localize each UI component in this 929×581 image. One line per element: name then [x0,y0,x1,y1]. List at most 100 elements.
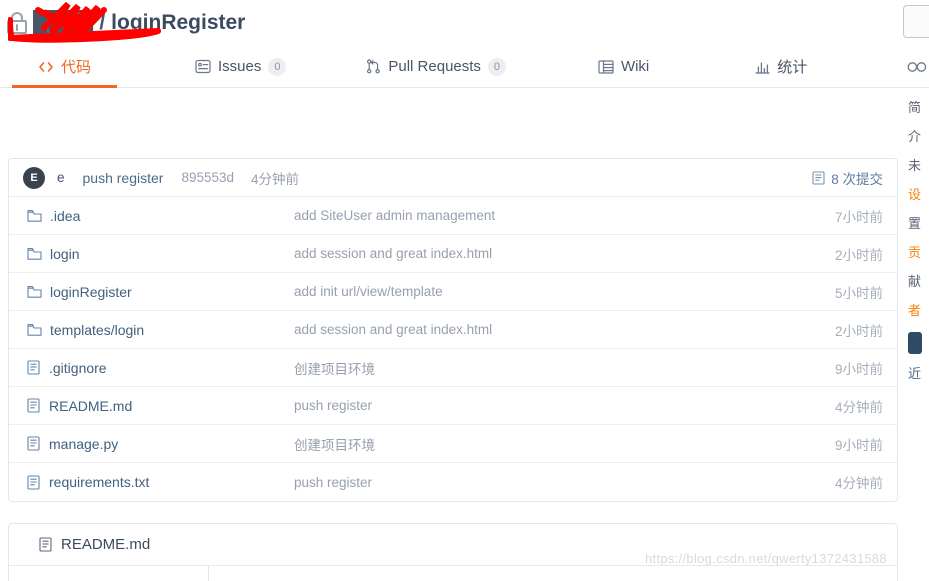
repo-header: ████ / loginRegister [0,0,929,46]
repo-nav-tabs: 代码 Issues 0 Pull Requests 0 Wiki 统计 [0,46,929,88]
repo-toolbar: master 分支 1 标 [0,88,929,237]
file-icon [27,398,41,413]
file-icon [27,360,41,375]
tab-wiki-label: Wiki [620,58,650,75]
file-commit-time: 4分钟前 [834,476,883,491]
readme-table-cell [9,566,209,581]
file-entry-name: README.md [49,397,133,414]
file-commit-message[interactable]: add session and great index.html [294,246,492,261]
file-commit-time: 2小时前 [834,247,883,263]
file-entry-link[interactable]: templates/login [27,322,144,338]
tab-issues[interactable]: Issues 0 [191,46,290,87]
wiki-icon [598,59,614,74]
file-entry-link[interactable]: login [27,246,80,262]
sidebar-cut-line: 献 [908,274,922,289]
readme-title: README.md [61,536,151,553]
folder-icon [27,209,42,223]
table-row[interactable]: .gitignore 创建项目环境 9小时前 [9,349,897,387]
watermark: https://blog.csdn.net/qwerty1372431588 [645,551,887,566]
file-commit-time: 7小时前 [834,209,883,225]
tab-pull-requests-label: Pull Requests [388,58,481,75]
file-commit-message[interactable]: push register [294,398,372,413]
commits-count-label: 8 次提交 [831,172,883,187]
code-icon [38,59,54,75]
tab-code-label: 代码 [61,59,92,76]
file-entry-name: login [50,245,80,262]
file-entry-name: templates/login [50,321,145,338]
tab-statistics[interactable]: 统计 [751,46,811,87]
file-commit-time: 9小时前 [834,361,883,377]
file-entry-link[interactable]: loginRegister [27,284,132,300]
file-entry-name: .idea [50,207,81,224]
file-entry-link[interactable]: requirements.txt [27,474,149,490]
file-commit-message[interactable]: add SiteUser admin management [294,208,495,223]
tab-issues-label: Issues [218,58,262,75]
file-rows: .idea add SiteUser admin management 7小时前 lo… [9,197,897,501]
file-commit-message[interactable]: add init url/view/template [294,284,443,299]
repo-path-separator: / [99,11,106,34]
tab-wiki[interactable]: Wiki [594,46,653,87]
table-row[interactable]: manage.py 创建项目环境 9小时前 [9,425,897,463]
file-list-card: E e push register 895553d 4分钟前 8 次提交 .id… [8,158,898,502]
file-commit-message[interactable]: 创建项目环境 [294,358,375,378]
sidebar-cut-line: 置 [908,216,922,231]
lock-icon [6,10,28,36]
commit-author[interactable]: e [57,170,65,185]
repo-sidebar-sliver: 简 介 未 设 置 贡 献 者 近 [908,100,929,530]
table-row[interactable]: loginRegister add init url/view/template 5… [9,273,897,311]
table-row[interactable]: templates/login add session and great ind… [9,311,897,349]
file-entry-link[interactable]: README.md [27,398,132,414]
sidebar-cut-line: 介 [908,129,922,144]
file-entry-link[interactable]: manage.py [27,436,118,452]
repo-owner-redacted: ████ [33,11,94,34]
readme-table-cell [209,566,897,581]
file-commit-time: 4分钟前 [834,399,883,415]
file-icon [27,474,41,490]
file-commit-message[interactable]: 创建项目环境 [294,434,375,454]
tab-code[interactable]: 代码 [12,46,118,88]
commit-message[interactable]: push register [83,170,164,186]
file-entry-link[interactable]: .idea [27,208,80,224]
chart-icon [755,60,770,74]
file-entry-name: manage.py [49,435,119,452]
repo-name[interactable]: loginRegister [111,11,245,35]
file-commit-message[interactable]: push register [294,475,372,490]
file-commit-time: 2小时前 [834,323,883,339]
sidebar-avatar-sliver[interactable] [908,332,922,354]
infinity-icon [907,61,927,73]
commits-count-link[interactable]: 8 次提交 [812,159,883,197]
commit-sha[interactable]: 895553d [181,170,234,185]
table-row[interactable]: requirements.txt push register 4分钟前 [9,463,897,501]
avatar[interactable]: E [23,166,45,189]
pull-request-icon [366,59,381,74]
sidebar-cut-line: 者 [908,303,922,318]
table-row[interactable]: README.md push register 4分钟前 [9,387,897,425]
header-corner-box[interactable] [903,5,929,38]
sidebar-cut-line: 贡 [908,245,922,260]
file-entry-name: requirements.txt [49,474,150,490]
file-commit-time: 9小时前 [834,437,883,453]
tab-issues-count: 0 [268,57,287,76]
tab-devops[interactable]: DevOps [903,46,929,87]
sidebar-cut-line: 近 [908,366,922,381]
folder-icon [27,285,42,299]
tab-pull-requests[interactable]: Pull Requests 0 [362,46,510,87]
issues-icon [195,59,211,74]
gitee-repo-page: ████ / loginRegister 代码 Issues 0 Pull Re… [0,0,929,581]
file-icon [25,537,53,552]
tab-pull-requests-count: 0 [487,57,506,76]
table-row[interactable]: login add session and great index.html 2小时… [9,235,897,273]
table-row[interactable]: .idea add SiteUser admin management 7小时前 [9,197,897,235]
sidebar-cut-line: 简 [908,100,922,115]
sidebar-cut-line: 未 [908,158,922,173]
readme-table [9,566,897,581]
file-entry-name: .gitignore [49,359,107,376]
folder-icon [27,247,42,261]
file-commit-message[interactable]: add session and great index.html [294,322,492,337]
tab-statistics-label: 统计 [777,59,808,76]
sidebar-cut-line: 设 [908,187,922,202]
file-entry-name: loginRegister [50,283,132,300]
file-entry-link[interactable]: .gitignore [27,360,107,376]
commit-time: 4分钟前 [251,171,300,187]
folder-icon [27,323,42,337]
